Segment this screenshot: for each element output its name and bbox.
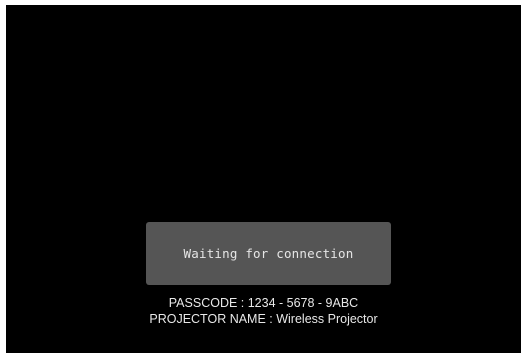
projector-screen: Waiting for connection PASSCODE : 1234 -… — [6, 5, 521, 353]
passcode-line: PASSCODE : 1234 - 5678 - 9ABC — [168, 296, 359, 310]
connection-status-message: Waiting for connection — [183, 246, 354, 261]
projector-name-line: PROJECTOR NAME : Wireless Projector — [149, 312, 378, 326]
connection-status-box: Waiting for connection — [146, 222, 391, 285]
connection-info: PASSCODE : 1234 - 5678 - 9ABC PROJECTOR … — [6, 295, 521, 327]
